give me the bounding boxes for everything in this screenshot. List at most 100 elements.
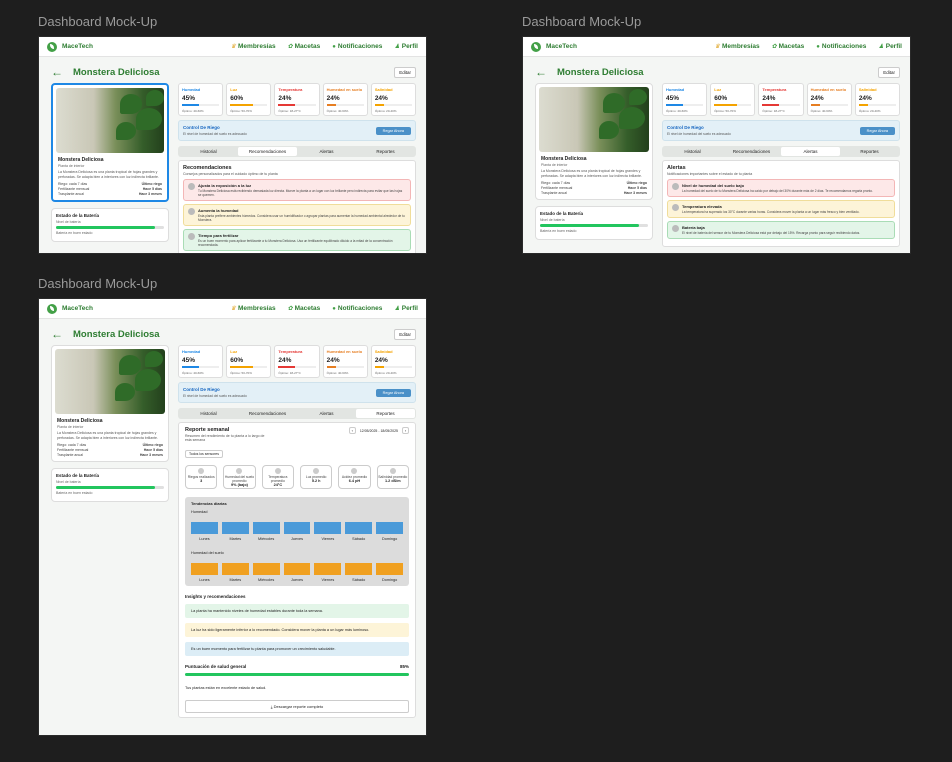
dashboard-frame-recommendations: MaceTech ♛ Membresías ✿ Macetas ● Notificac… (38, 36, 427, 254)
back-arrow-icon[interactable]: ← (535, 65, 547, 79)
tab-recommendations[interactable]: Recomendaciones (722, 147, 781, 156)
user-icon: ♟ (878, 44, 884, 50)
metric-salinity: Salinidad 24% Óptimo: 20-40% (370, 345, 417, 378)
humidity-trend-label: Humedad (191, 510, 208, 514)
metric-optimal: Óptimo: 50-70% (230, 108, 252, 113)
plant-info-label: Riego: cada 7 días (58, 182, 88, 186)
tab-reports[interactable]: Reportes (840, 147, 899, 156)
tab-recommendations[interactable]: Recomendaciones (238, 409, 297, 418)
metric-bar (858, 104, 897, 106)
tab-history[interactable]: Historial (179, 409, 238, 418)
metric-label: Humedad en suelo (326, 87, 363, 92)
metric-value: 24% (810, 95, 824, 102)
stat-value: 1.2 dS/m (384, 479, 401, 483)
edit-button[interactable]: Editar (394, 66, 416, 78)
daily-trends: Tendencias diarias Humedad Lunes Martes Mi… (185, 497, 409, 586)
top-navigation: MaceTech ♛ Membresías ✿ Macetas ● Notificac… (39, 299, 426, 319)
nav-pots[interactable]: ✿ Macetas (772, 43, 805, 50)
nav-memberships[interactable]: ♛ Membresías (231, 305, 276, 312)
salt-icon (389, 468, 396, 474)
tab-alerts[interactable]: Alertas (297, 147, 356, 156)
nav-notifications[interactable]: ● Notificaciones (332, 43, 382, 50)
nav-notifications[interactable]: ● Notificaciones (816, 43, 866, 50)
leaf-icon (188, 233, 195, 240)
metric-fill (182, 104, 199, 106)
tab-history[interactable]: Historial (663, 147, 722, 156)
nav-memberships[interactable]: ♛ Membresías (715, 43, 760, 50)
metric-bar (278, 104, 316, 106)
metric-value: 60% (230, 357, 244, 364)
metric-soil-humidity: Humedad en suelo 24% Óptimo: 40-60% (806, 83, 852, 116)
tab-history[interactable]: Historial (179, 147, 238, 156)
trend-bar (345, 563, 373, 575)
tab-reports[interactable]: Reportes (356, 409, 415, 418)
metric-value: 60% (714, 95, 728, 102)
plant-info-value: Hace 5 días (627, 186, 647, 190)
battery-card: Estado de la Batería Nivel de batería Ba… (535, 206, 653, 240)
plant-info-label: Trasplante anual (541, 191, 567, 195)
back-arrow-icon[interactable]: ← (51, 65, 63, 79)
tab-reports[interactable]: Reportes (356, 147, 415, 156)
metric-light: Luz 60% Óptimo: 50-70% (710, 83, 756, 116)
nav-profile[interactable]: ♟ Perfil (878, 43, 902, 50)
tab-alerts[interactable]: Alertas (781, 147, 840, 156)
plant-info-value: Último riego (141, 182, 162, 186)
insights-title: Insights y recomendaciones (185, 594, 246, 599)
water-now-button[interactable]: Regar Ahora (375, 126, 411, 135)
plant-card[interactable]: Monstera Deliciosa Planta de interior La… (51, 83, 169, 202)
thermometer-icon (672, 204, 679, 211)
stat-value: 5.2 h (311, 479, 321, 483)
alert-item: Temperatura elevada La temperatura ha sup… (667, 200, 895, 218)
metric-bar (182, 366, 220, 368)
day-label: Jueves (290, 537, 304, 541)
plant-icon: ✿ (287, 306, 293, 312)
insight-item: La luz ha sido ligeramente inferior a lo… (185, 623, 409, 637)
nav-pots-label: Macetas (294, 305, 321, 312)
battery-subtitle: Nivel de batería (56, 220, 81, 224)
health-label: Puntuación de salud general (185, 664, 247, 669)
edit-button[interactable]: Editar (394, 328, 416, 340)
metric-optimal: Óptimo: 40-60% (182, 370, 204, 375)
metric-fill (810, 104, 820, 106)
chevron-right-icon[interactable]: › (402, 427, 409, 434)
brand-logo[interactable]: MaceTech (47, 303, 93, 314)
nav-pots[interactable]: ✿ Macetas (288, 43, 321, 50)
nav-profile[interactable]: ♟ Perfil (394, 305, 418, 312)
brand-logo[interactable]: MaceTech (47, 41, 93, 52)
plant-card[interactable]: Monstera Deliciosa Planta de interior La… (51, 345, 169, 462)
plant-info-value: Hace 3 meses (623, 191, 647, 195)
recommendation-title: Aumenta la humedad (198, 208, 239, 213)
alert-text: La humedad del suelo de tu Monstera Deli… (682, 189, 873, 193)
tab-alerts[interactable]: Alertas (297, 409, 356, 418)
back-arrow-icon[interactable]: ← (51, 327, 63, 341)
recommendation-text: Esta planta prefiere ambientes húmedos. … (198, 214, 405, 222)
metric-bar (374, 104, 413, 106)
metric-optimal: Óptimo: 18-27°C (278, 108, 301, 113)
nav-memberships[interactable]: ♛ Membresías (231, 43, 276, 50)
warning-icon (672, 183, 679, 190)
sensor-filter[interactable]: Todos los sensores (185, 450, 223, 458)
download-report-button[interactable]: ⤓ Descargar reporte completo (185, 700, 409, 713)
nav-profile-label: Perfil (885, 43, 902, 50)
metric-label: Humedad (182, 349, 201, 354)
nav-pots[interactable]: ✿ Macetas (288, 305, 321, 312)
nav-notifications[interactable]: ● Notificaciones (332, 305, 382, 312)
metric-bar (326, 104, 364, 106)
chevron-left-icon[interactable]: ‹ (348, 427, 356, 434)
water-now-button[interactable]: Regar Ahora (375, 388, 411, 397)
plant-name: Monstera Deliciosa (57, 418, 103, 424)
tab-recommendations[interactable]: Recomendaciones (238, 147, 297, 156)
recommendation-item: Ajusta la exposición a la luz Tu Monstera… (183, 179, 411, 201)
irrigation-subtitle: El nivel de humedad del suelo es adecuad… (183, 132, 247, 136)
plant-info-label: Trasplante anual (58, 192, 84, 196)
metric-light: Luz 60% Óptimo: 50-70% (226, 83, 272, 116)
edit-button[interactable]: Editar (878, 66, 900, 78)
plant-card[interactable]: Monstera Deliciosa Planta de interior La… (535, 83, 653, 200)
irrigation-subtitle: El nivel de humedad del suelo es adecuad… (183, 394, 247, 398)
metric-optimal: Óptimo: 40-60% (326, 108, 349, 113)
nav-profile[interactable]: ♟ Perfil (394, 43, 418, 50)
metric-optimal: Óptimo: 20-40% (374, 370, 397, 375)
brand-logo[interactable]: MaceTech (531, 41, 577, 52)
water-now-button[interactable]: Regar Ahora (859, 126, 895, 135)
metric-optimal: Óptimo: 50-70% (714, 108, 736, 113)
